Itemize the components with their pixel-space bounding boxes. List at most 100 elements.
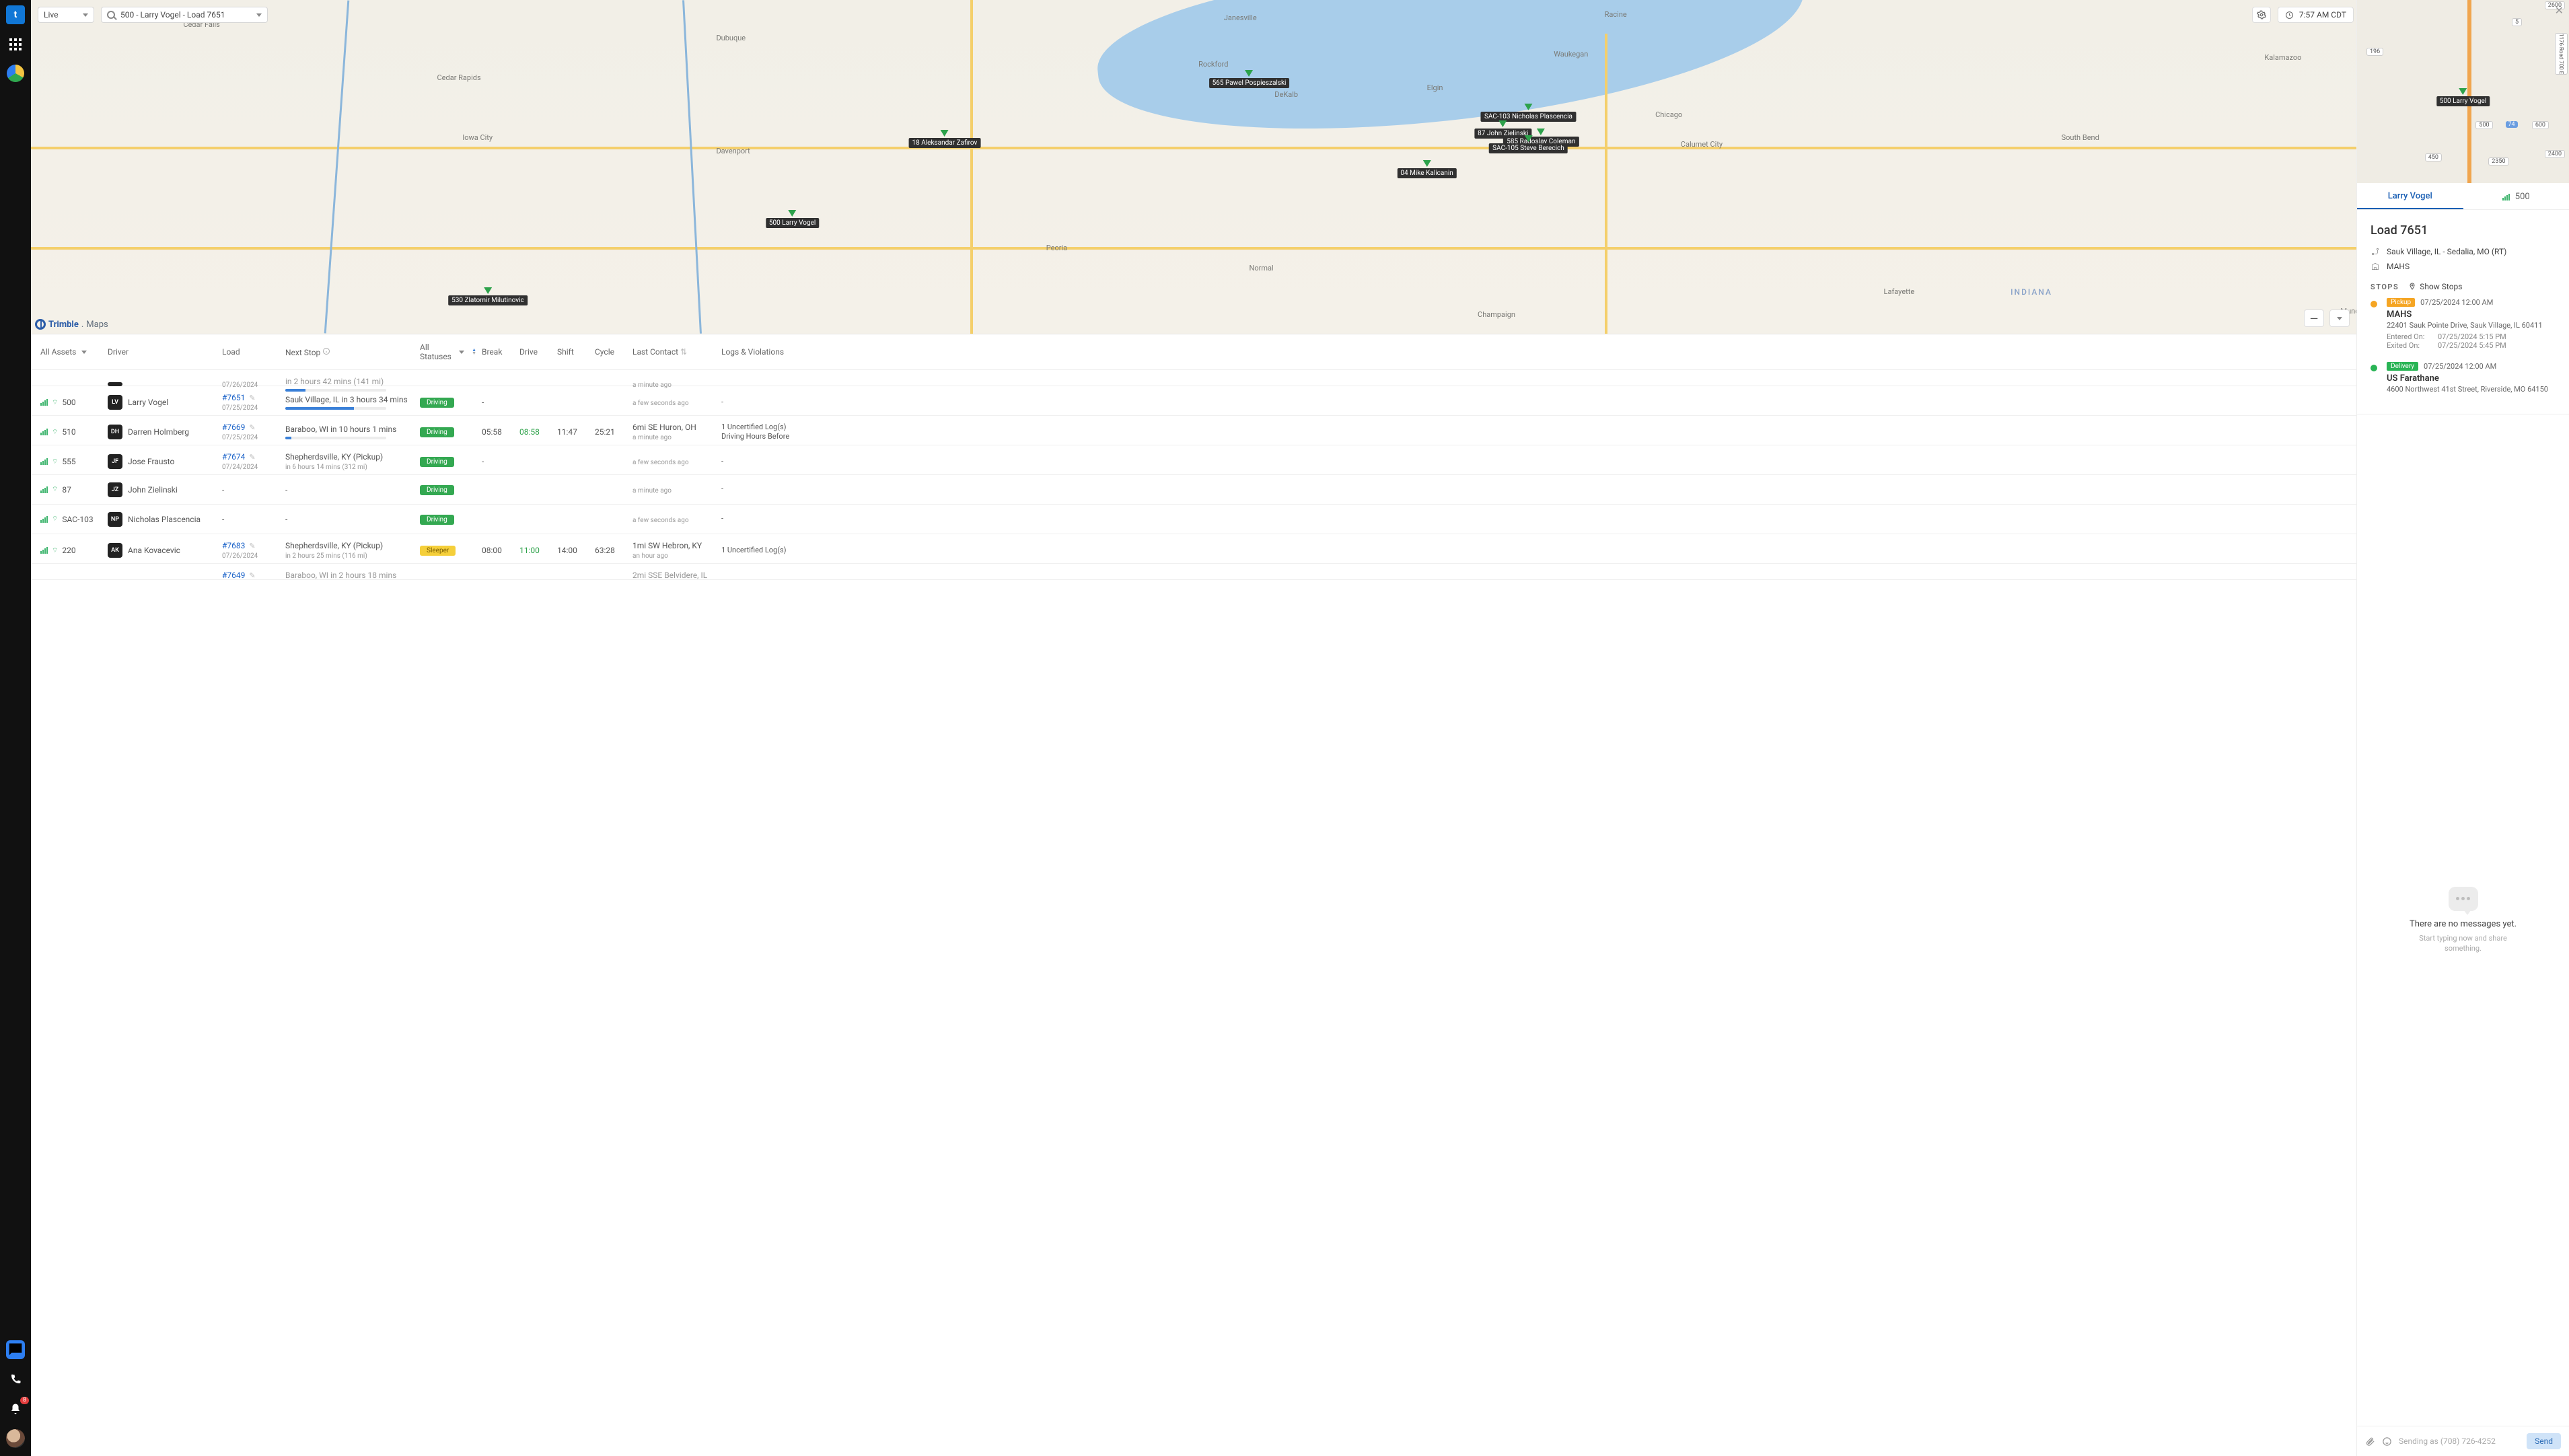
column-assets[interactable]: All Assets — [38, 347, 105, 357]
last-contact-time: a few seconds ago — [632, 400, 689, 407]
clock-icon — [2285, 11, 2294, 20]
chat-icon[interactable] — [6, 1340, 25, 1359]
clock-display: 7:57 AM CDT — [2278, 7, 2354, 23]
cell-cyc: 63:28 — [592, 546, 630, 555]
column-cycle[interactable]: Cycle — [592, 347, 630, 357]
delivery-dot-icon — [2371, 365, 2377, 371]
load-link[interactable]: #7674 — [222, 452, 245, 462]
mm-badge: 5 — [2512, 18, 2522, 26]
violations: 1 Uncertified Log(s) — [721, 423, 787, 431]
notifications-icon[interactable]: 8 — [6, 1399, 25, 1418]
table-row[interactable]: ⌔510DHDarren Holmberg#7669✎07/25/2024Bar… — [31, 416, 2356, 445]
table-row[interactable]: #7649✎Baraboo, WI in 2 hours 18 mins2mi … — [31, 564, 2356, 580]
asset-id: 220 — [62, 546, 75, 555]
app-logo[interactable]: t — [6, 5, 25, 24]
table-row[interactable]: ⌔SAC-103NPNicholas Plascencia--Drivinga … — [31, 505, 2356, 534]
edit-icon[interactable]: ✎ — [249, 542, 255, 550]
map-pin[interactable]: 18 Aleksandar Zafirov — [908, 130, 980, 148]
table-row[interactable]: 07/26/2024in 2 hours 42 mins (141 mi)a m… — [31, 370, 2356, 386]
last-contact-loc: 1mi SW Hebron, KY — [632, 541, 702, 550]
edit-icon[interactable]: ✎ — [249, 571, 255, 580]
violations: - — [721, 484, 723, 493]
column-violations[interactable]: Logs & Violations — [719, 347, 799, 357]
column-next-stop[interactable]: Next Stop — [283, 347, 417, 357]
map-pin[interactable]: 530 Zlatomir Milutinovic — [448, 287, 528, 305]
signal-icon — [40, 547, 48, 554]
stop-delivery: Delivery07/25/2024 12:00 AM US Farathane… — [2371, 362, 2556, 396]
table-row[interactable]: ⌔220AKAna Kovacevic#7683✎07/26/2024Sheph… — [31, 534, 2356, 564]
wifi-icon: ⌔ — [52, 485, 58, 494]
detail-minimap[interactable]: 2600 196 5 6 1176 Road 700 E 500 74 600 … — [2357, 0, 2569, 183]
map-pin[interactable]: 565 Pawel Pospieszalski — [1209, 70, 1290, 88]
search-input[interactable]: 500 - Larry Vogel - Load 7651 — [101, 7, 268, 23]
mm-badge: 2400 — [2545, 150, 2565, 158]
close-panel-button[interactable]: ✕ — [2555, 4, 2564, 17]
mm-badge: 450 — [2425, 153, 2442, 161]
column-load[interactable]: Load — [219, 347, 283, 357]
city-label: Iowa City — [462, 133, 493, 142]
mm-badge: 196 — [2366, 48, 2383, 56]
delivery-chip: Delivery — [2387, 362, 2418, 371]
emoji-icon[interactable] — [2382, 1436, 2392, 1447]
cell-drv: 11:00 — [519, 546, 540, 555]
mm-badge: 500 — [2475, 121, 2492, 129]
show-stops-link[interactable]: Show Stops — [2408, 282, 2462, 291]
delivery-address: 4600 Northwest 41st Street, Riverside, M… — [2387, 385, 2548, 394]
mode-select[interactable]: Live — [38, 7, 94, 23]
tab-driver[interactable]: Larry Vogel — [2357, 183, 2463, 209]
main-map[interactable]: INDIANA Cedar FallsDubuqueJanesvilleRaci… — [31, 0, 2569, 334]
chevron-down-icon — [83, 13, 88, 17]
mm-badge: 74 — [2506, 121, 2518, 128]
attach-icon[interactable] — [2365, 1436, 2375, 1447]
status-pill: Driving — [420, 485, 454, 495]
search-value: 500 - Larry Vogel - Load 7651 — [120, 10, 225, 20]
load-route: Sauk Village, IL - Sedalia, MO (RT) — [2371, 247, 2556, 256]
map-settings-button[interactable] — [2252, 7, 2271, 23]
load-link[interactable]: #7669 — [222, 423, 245, 432]
edit-icon[interactable]: ✎ — [249, 423, 255, 432]
compose-input[interactable]: Sending as (708) 726-4252 — [2399, 1436, 2520, 1446]
load-link[interactable]: #7649 — [222, 571, 245, 580]
map-pin[interactable]: 500 Larry Vogel — [766, 210, 819, 228]
progress-bar — [285, 389, 386, 392]
asset-table: All Assets Driver Load Next Stop All Sta… — [31, 334, 2356, 1456]
driver-name: Jose Frausto — [128, 457, 174, 466]
map-pin[interactable]: 04 Mike Kalicanin — [1397, 160, 1456, 178]
table-row[interactable]: ⌔87JZJohn Zielinski--Drivinga minute ago… — [31, 475, 2356, 505]
map-pin[interactable]: SAC-105 Steve Berecich — [1489, 135, 1568, 153]
driver-badge: JF — [108, 454, 122, 469]
city-label: Normal — [1250, 264, 1274, 272]
map-pin[interactable]: SAC-103 Nicholas Plascencia — [1481, 104, 1576, 122]
driver-badge: JZ — [108, 482, 122, 497]
column-driver[interactable]: Driver — [105, 347, 219, 357]
table-row[interactable]: ⌔555JFJose Frausto#7674✎07/24/2024Shephe… — [31, 445, 2356, 475]
apps-grid-icon[interactable] — [6, 35, 25, 54]
cell-shf: 11:47 — [554, 427, 592, 437]
driver-name: John Zielinski — [128, 485, 178, 495]
pickup-chip: Pickup — [2387, 298, 2415, 307]
column-shift[interactable]: Shift — [554, 347, 592, 357]
load-date: 07/26/2024 — [222, 552, 258, 560]
edit-icon[interactable]: ✎ — [249, 394, 255, 402]
load-link[interactable]: #7683 — [222, 541, 245, 550]
last-contact-time: a few seconds ago — [632, 517, 689, 524]
progress-bar — [285, 437, 386, 439]
edit-icon[interactable]: ✎ — [249, 453, 255, 462]
column-last-contact[interactable]: Last Contact ⇅ — [630, 347, 719, 357]
violations: - — [721, 398, 723, 406]
tab-asset[interactable]: 500 — [2463, 183, 2569, 209]
send-button[interactable]: Send — [2527, 1433, 2561, 1449]
product-shield-icon[interactable] — [7, 65, 24, 82]
cell-brk: 05:58 — [479, 427, 517, 437]
column-drive[interactable]: Drive — [517, 347, 554, 357]
column-break[interactable]: Break — [479, 347, 517, 357]
load-link[interactable]: #7651 — [222, 393, 245, 402]
column-status[interactable]: All Statuses▲▼ — [417, 342, 479, 361]
map-expand-button[interactable] — [2329, 310, 2350, 327]
wifi-icon: ⌔ — [52, 458, 58, 466]
user-avatar[interactable] — [6, 1429, 25, 1448]
phone-icon[interactable] — [6, 1370, 25, 1389]
map-collapse-button[interactable]: — — [2304, 310, 2324, 327]
asset-id: 87 — [62, 485, 71, 495]
asset-id: SAC-103 — [62, 515, 93, 524]
